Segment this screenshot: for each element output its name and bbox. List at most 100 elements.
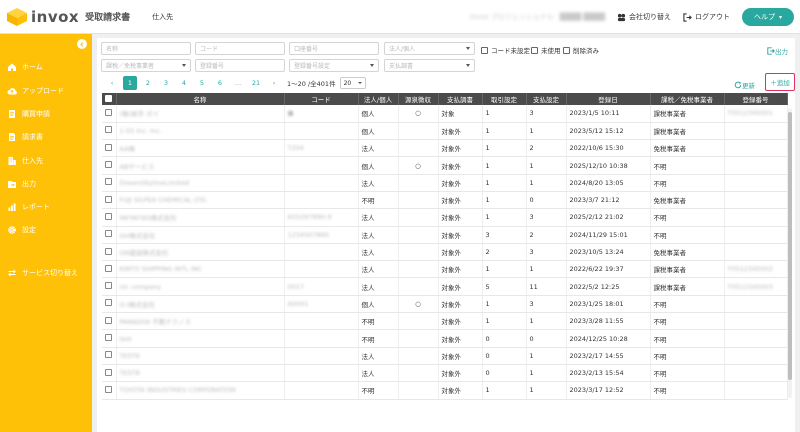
table-row[interactable]: KINTO SHIPPING INTL INC 法人 対象外 1 1 2022/6/22 … <box>102 260 788 279</box>
table-row[interactable]: AA株 T204 法人 対象外 1 2 2022/10/6 15:30 免税事業者 <box>102 139 788 158</box>
add-supplier-button[interactable]: ＋追加 <box>765 73 795 91</box>
reg-number-filter-input[interactable]: 登録番号 <box>195 59 285 72</box>
table-row[interactable]: test 不明 対象外 0 0 2024/12/25 10:28 不明 <box>102 329 788 348</box>
row-checkbox[interactable] <box>105 161 113 169</box>
name-filter-input[interactable]: 名称 <box>101 42 191 55</box>
table-row[interactable]: TEST8 法人 対象外 0 1 2023/2/13 15:54 不明 <box>102 364 788 383</box>
page-button[interactable]: 1 <box>123 76 137 90</box>
sidebar-item-settings[interactable]: 設定 <box>7 225 36 235</box>
row-checkbox[interactable] <box>105 334 113 341</box>
page-button[interactable]: 2 <box>141 76 155 90</box>
table-row[interactable]: TOYOTA INDUSTRIES CORPORATION 不明 対象外 1 1 2023… <box>102 381 788 400</box>
help-button[interactable]: ヘルプ ▾ <box>741 8 794 26</box>
table-row[interactable]: TEST6 法人 対象外 0 1 2023/2/17 14:55 不明 <box>102 347 788 365</box>
table-row[interactable]: 1-55 Inc. Inc. 個人 対象外 1 1 2023/5/12 15:12 課税事業… <box>102 122 788 141</box>
column-header[interactable]: 源泉徴収 <box>398 93 439 105</box>
sidebar-item-invoice[interactable]: 請求書 <box>7 132 43 142</box>
cell-survey: 対象外 <box>438 156 483 175</box>
cell-tax: 不明 <box>650 174 725 192</box>
page-button[interactable]: 21 <box>249 76 263 90</box>
checkbox-box[interactable] <box>531 46 538 54</box>
sidebar-item-supplier[interactable]: 仕入先 <box>7 156 43 166</box>
table-row[interactable]: ABサービス 個人 ○ 対象外 1 1 2025/12/10 10:38 不明 <box>102 156 788 175</box>
cell-date: 2022/10/6 15:30 <box>566 139 651 158</box>
row-checkbox[interactable] <box>105 247 113 255</box>
checkbox-box[interactable] <box>563 46 570 54</box>
app-logo[interactable]: invox 受取請求書 <box>6 7 130 27</box>
row-checkbox[interactable] <box>105 385 113 393</box>
payment-survey-select[interactable]: 支払調書 <box>384 59 475 72</box>
cell-code <box>284 243 359 262</box>
select-all-checkbox[interactable] <box>105 94 113 102</box>
export-link[interactable]: 出力 <box>767 46 788 56</box>
table-row[interactable]: DreamSkylineLimited 法人 対象外 1 1 2024/8/20 13:0… <box>102 174 788 192</box>
logout-button[interactable]: ログアウト <box>683 12 730 22</box>
table-row[interactable]: (株)岩手 ガイ ■ 個人 ○ 対象 1 3 2023/1/5 10:11 課税事業者 T0512… <box>102 105 788 123</box>
refresh-button[interactable]: 更新 <box>734 80 755 90</box>
row-checkbox[interactable] <box>105 264 113 272</box>
page-button[interactable]: 5 <box>195 76 209 90</box>
checkbox-box[interactable] <box>481 46 488 54</box>
cell-survey: 対象外 <box>438 122 483 141</box>
next-page-button[interactable]: › <box>267 76 281 90</box>
row-checkbox[interactable] <box>105 178 113 186</box>
sidebar-item-export[interactable]: 出力 <box>7 179 36 189</box>
cell-trade: 1 <box>482 139 527 158</box>
table-row[interactable]: O-I株式会社 A0001 個人 ○ 対象外 1 3 2023/1/25 18:01 不明 <box>102 295 788 314</box>
deleted-checkbox[interactable]: 削除済み <box>563 45 599 55</box>
column-header[interactable]: 支払調書 <box>438 93 483 105</box>
row-checkbox[interactable] <box>105 108 113 116</box>
row-select-cell <box>102 243 117 262</box>
unused-checkbox[interactable]: 未使用 <box>531 45 561 55</box>
reg-number-setting-select[interactable]: 登録番号設定 <box>289 59 379 72</box>
table-row[interactable]: GH株式会社 1234567890 法人 対象外 3 2 2024/11/29 15:01 不… <box>102 226 788 244</box>
page-button[interactable]: 6 <box>213 76 227 90</box>
column-header[interactable]: 名称 <box>116 93 285 105</box>
row-checkbox[interactable] <box>105 230 113 238</box>
sidebar-item-home[interactable]: ホーム <box>7 62 43 72</box>
row-checkbox[interactable] <box>105 143 113 151</box>
prev-page-button[interactable]: ‹ <box>105 76 119 90</box>
collapse-sidebar-button[interactable] <box>77 39 87 49</box>
sidebar-service-switch[interactable]: サービス切り替え <box>7 268 78 278</box>
tax-status-select[interactable]: 課税／免税事業者 <box>101 59 191 72</box>
cell-text: ○ <box>415 161 421 170</box>
row-checkbox[interactable] <box>105 299 113 307</box>
row-checkbox[interactable] <box>105 316 113 324</box>
column-header[interactable]: 支払設定 <box>526 93 567 105</box>
sidebar-item-report[interactable]: レポート <box>7 202 50 212</box>
table-scrollbar[interactable] <box>788 108 792 398</box>
row-checkbox[interactable] <box>105 351 113 359</box>
scrollbar-thumb[interactable] <box>788 112 792 380</box>
page-button[interactable]: 3 <box>159 76 173 90</box>
column-header[interactable]: 課税／免税事業者 <box>650 93 725 105</box>
code-filter-input[interactable]: コード <box>195 42 285 55</box>
table-row[interactable]: GN建設株式会社 法人 対象外 2 3 2023/10/5 13:24 免税事業者 <box>102 243 788 262</box>
row-checkbox[interactable] <box>105 195 113 203</box>
code-unset-checkbox[interactable]: コード未設定 <box>481 45 530 55</box>
table-row[interactable]: nlc company 0017 法人 対象外 5 11 2022/5/2 12:25 課税事… <box>102 277 788 296</box>
switch-company-button[interactable]: 会社切り替え <box>617 12 671 22</box>
table-row[interactable]: INFINITAS株式会社 A55267890-9 法人 対象外 1 3 2025/2/12… <box>102 208 788 227</box>
column-header[interactable]: コード <box>284 93 359 105</box>
bank-account-filter-input[interactable]: 口座番号 <box>289 42 379 55</box>
column-header[interactable]: 法人/個人 <box>358 93 399 105</box>
cell-text: 不明 <box>653 162 667 171</box>
column-header[interactable]: 取引設定 <box>482 93 527 105</box>
sidebar-item-upload[interactable]: アップロード <box>7 86 64 96</box>
entity-type-select[interactable]: 法人/個人 <box>384 42 475 55</box>
per-page-select[interactable]: 20 <box>339 77 366 89</box>
cell-text: 11 <box>529 282 538 291</box>
select-all-header[interactable] <box>102 93 117 105</box>
table-row[interactable]: FUJI SILPEA CHEMICAL LTD. 不明 対象外 1 0 2023/3/7… <box>102 191 788 210</box>
table-row[interactable]: PARADOX 不動テクノス 不明 対象外 1 1 2023/3/28 11:55 不明 <box>102 312 788 331</box>
row-checkbox[interactable] <box>105 368 113 376</box>
row-checkbox[interactable] <box>105 126 113 134</box>
home-icon <box>8 63 16 71</box>
column-header[interactable]: 登録番号 <box>724 93 788 105</box>
row-checkbox[interactable] <box>105 212 113 220</box>
row-checkbox[interactable] <box>105 282 113 290</box>
page-button[interactable]: 4 <box>177 76 191 90</box>
column-header[interactable]: 登録日 <box>566 93 651 105</box>
sidebar-item-purchase-request[interactable]: 購買申請 <box>7 109 50 119</box>
